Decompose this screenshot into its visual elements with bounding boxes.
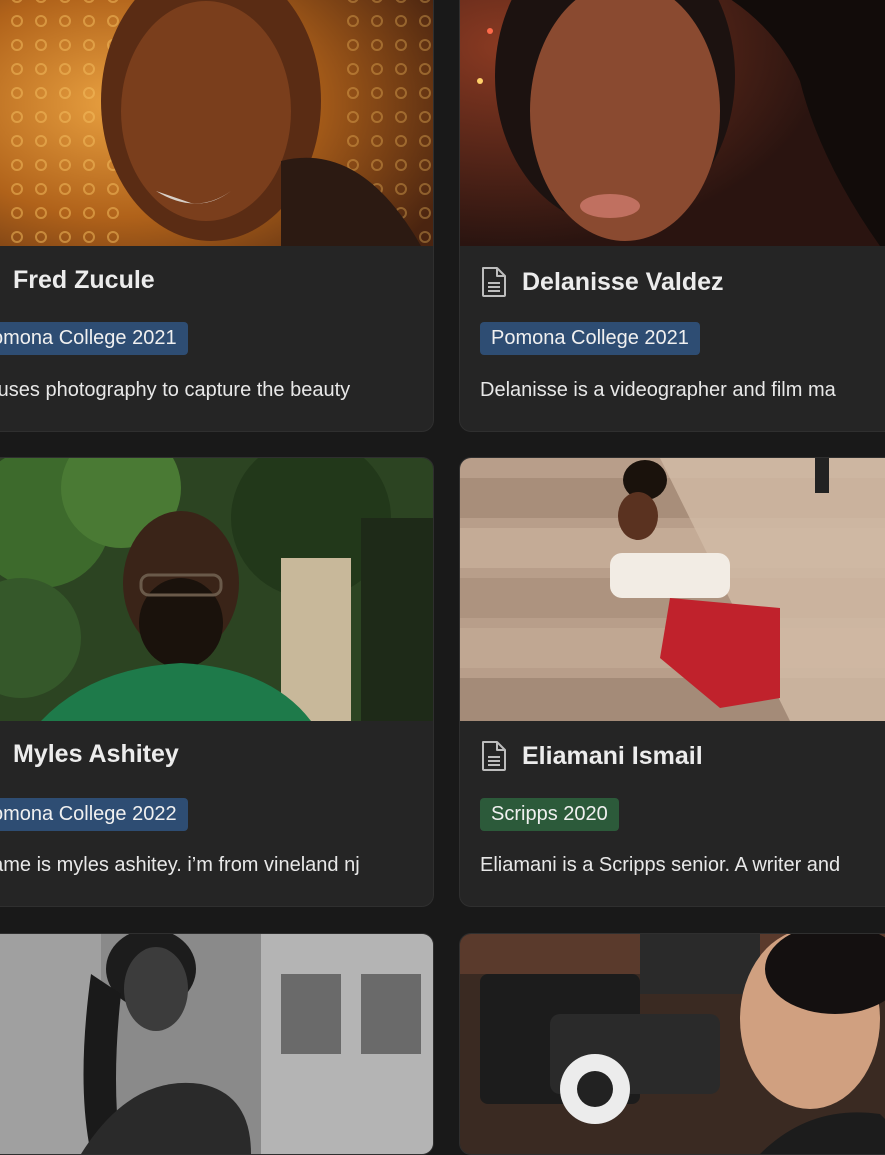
page-icon	[482, 267, 506, 297]
gallery-card-partial-left[interactable]	[0, 933, 434, 1155]
gallery-card-partial-right[interactable]	[459, 933, 885, 1155]
card-name: Delanisse Valdez	[522, 267, 724, 296]
card-cover-photo	[0, 458, 433, 721]
page-icon	[482, 741, 506, 771]
card-title[interactable]: Delanisse Valdez	[480, 266, 885, 298]
card-cover-photo	[0, 0, 433, 246]
class-year-tag: Scripps 2020	[480, 798, 619, 831]
card-cover-photo	[460, 458, 885, 721]
card-cover-photo	[0, 934, 433, 1154]
card-title[interactable]: Fred Zucule	[13, 266, 433, 295]
class-year-tag: omona College 2021	[0, 322, 188, 355]
card-description: d uses photography to capture the beauty	[0, 379, 351, 401]
gallery-card-myles[interactable]: Myles Ashitey omona College 2022 name is…	[0, 457, 434, 907]
card-description: name is myles ashitey. i’m from vineland…	[0, 854, 360, 876]
card-name: Eliamani Ismail	[522, 741, 703, 770]
card-description: Delanisse is a videographer and film ma	[480, 379, 836, 401]
card-title[interactable]: Myles Ashitey	[13, 740, 433, 769]
card-cover-photo	[460, 0, 885, 246]
gallery-card-delanisse[interactable]: Delanisse Valdez Pomona College 2021 Del…	[459, 0, 885, 432]
gallery-card-eliamani[interactable]: Eliamani Ismail Scripps 2020 Eliamani is…	[459, 457, 885, 907]
class-year-tag: Pomona College 2021	[480, 322, 700, 355]
card-name: Myles Ashitey	[13, 740, 179, 768]
card-description: Eliamani is a Scripps senior. A writer a…	[480, 854, 841, 876]
class-year-tag: omona College 2022	[0, 798, 188, 831]
card-cover-photo	[460, 934, 885, 1154]
card-title[interactable]: Eliamani Ismail	[480, 740, 885, 772]
card-name: Fred Zucule	[13, 266, 155, 294]
gallery-card-fred[interactable]: Fred Zucule omona College 2021 d uses ph…	[0, 0, 434, 432]
